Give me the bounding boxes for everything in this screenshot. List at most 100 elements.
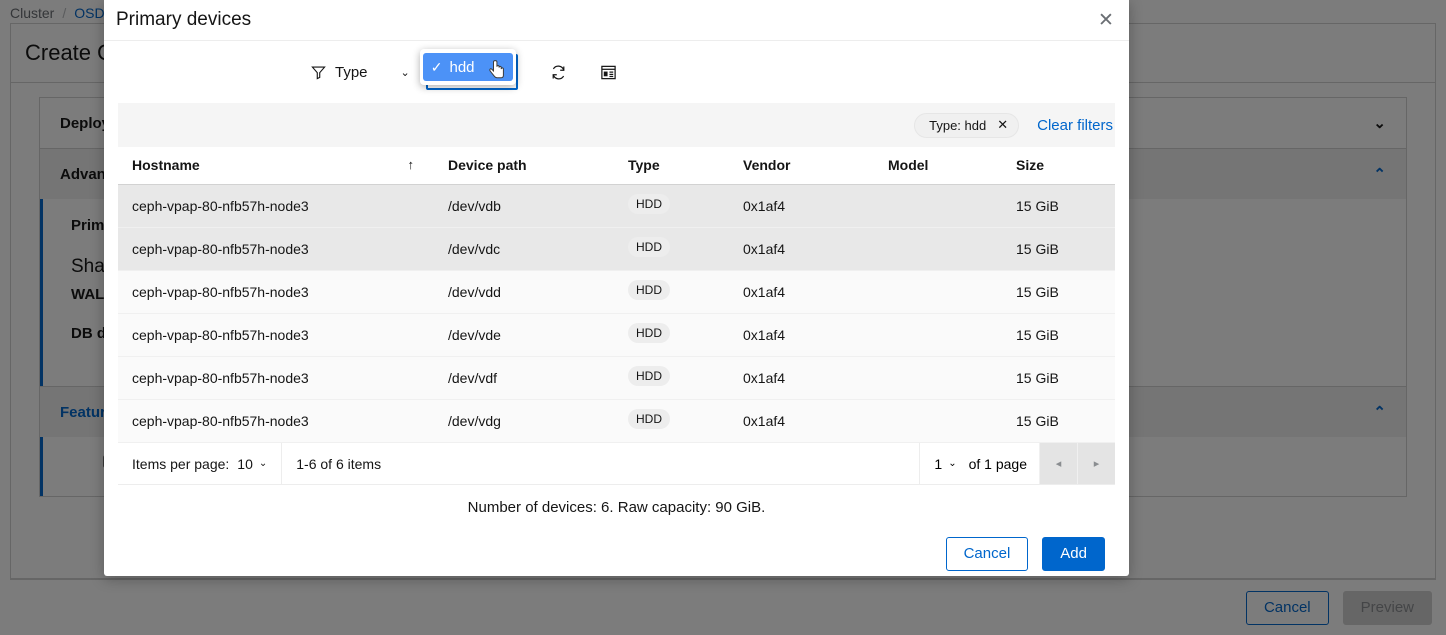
cell-device-path: /dev/vdf: [448, 356, 628, 400]
check-icon: ✓: [430, 58, 443, 75]
pagination: Items per page: 10 ⌄ 1-6 of 6 items 1 ⌄ …: [118, 443, 1115, 485]
cell-type: HDD: [628, 227, 743, 271]
table-row[interactable]: ceph-vpap-80-nfb57h-node3 /dev/vdg HDD 0…: [118, 399, 1115, 443]
cell-device-path: /dev/vdd: [448, 270, 628, 314]
cell-hostname: ceph-vpap-80-nfb57h-node3: [118, 227, 448, 271]
modal-header: Primary devices ✕: [104, 0, 1129, 41]
page-number-select[interactable]: 1 ⌄: [934, 456, 956, 472]
chevron-down-icon: ⌄: [948, 458, 957, 469]
cell-type: HDD: [628, 313, 743, 357]
table-row[interactable]: ceph-vpap-80-nfb57h-node3 /dev/vdd HDD 0…: [118, 270, 1115, 314]
chevron-down-icon: ⌄: [400, 66, 410, 79]
close-icon[interactable]: ✕: [1089, 4, 1123, 38]
page-nav-buttons: ◂ ▸: [1039, 443, 1115, 484]
cell-hostname: ceph-vpap-80-nfb57h-node3: [118, 313, 448, 357]
chevron-down-icon: ⌄: [258, 458, 268, 469]
column-header-device-path[interactable]: Device path: [448, 147, 628, 185]
column-header-size[interactable]: Size: [1016, 147, 1115, 185]
cell-device-path: /dev/vde: [448, 313, 628, 357]
table-toolbar: Type ⌄ ✓ hdd: [104, 41, 1129, 103]
table-row[interactable]: ceph-vpap-80-nfb57h-node3 /dev/vdf HDD 0…: [118, 356, 1115, 400]
cell-vendor: 0x1af4: [743, 356, 888, 400]
cell-model: [888, 184, 1016, 228]
table-columns-icon[interactable]: [592, 55, 626, 89]
page-selector-group: 1 ⌄ of 1 page ◂ ▸: [919, 443, 1115, 484]
cell-type: HDD: [628, 184, 743, 228]
modal-title: Primary devices: [116, 9, 252, 30]
cell-type: HDD: [628, 399, 743, 443]
add-button[interactable]: Add: [1042, 537, 1105, 571]
items-per-page-value: 10: [237, 455, 253, 472]
column-header-model[interactable]: Model: [888, 147, 1016, 185]
cell-size: 15 GiB: [1016, 227, 1115, 271]
sort-ascending-icon: ↑: [407, 157, 415, 172]
cell-hostname: ceph-vpap-80-nfb57h-node3: [118, 270, 448, 314]
total-pages-label: of 1 page: [968, 455, 1027, 472]
cell-size: 15 GiB: [1016, 399, 1115, 443]
filter-type-label: Type: [335, 63, 368, 81]
filter-chip-type: Type: hdd ✕: [914, 112, 1020, 138]
cell-vendor: 0x1af4: [743, 270, 888, 314]
cell-device-path: /dev/vdg: [448, 399, 628, 443]
cell-model: [888, 270, 1016, 314]
previous-page-button[interactable]: ◂: [1039, 443, 1077, 484]
cell-model: [888, 313, 1016, 357]
cancel-button[interactable]: Cancel: [945, 537, 1029, 571]
items-per-page-label: Items per page:: [132, 455, 230, 472]
cell-hostname: ceph-vpap-80-nfb57h-node3: [118, 184, 448, 228]
cell-size: 15 GiB: [1016, 313, 1115, 357]
cell-vendor: 0x1af4: [743, 227, 888, 271]
remove-filter-icon[interactable]: ✕: [997, 117, 1008, 133]
cell-model: [888, 356, 1016, 400]
cell-size: 15 GiB: [1016, 270, 1115, 314]
type-select-menu: ✓ hdd: [419, 49, 516, 85]
clear-filters-button[interactable]: Clear filters: [1037, 117, 1113, 134]
devices-summary: Number of devices: 6. Raw capacity: 90 G…: [467, 499, 766, 516]
column-header-vendor[interactable]: Vendor: [743, 147, 888, 185]
column-label-hostname: Hostname: [132, 157, 200, 173]
cell-vendor: 0x1af4: [743, 184, 888, 228]
type-option-hdd[interactable]: ✓ hdd: [422, 53, 513, 81]
devices-table: Hostname ↑ Device path Type Vendor Model…: [118, 147, 1115, 443]
refresh-icon[interactable]: [542, 55, 576, 89]
active-filters-bar: Type: hdd ✕ Clear filters: [118, 103, 1115, 147]
cell-model: [888, 227, 1016, 271]
funnel-icon: [311, 65, 326, 80]
modal-body: Type ⌄ ✓ hdd Type: hdd ✕ Clear filters H…: [104, 41, 1129, 516]
type-option-label: hdd: [449, 58, 475, 76]
cell-type: HDD: [628, 356, 743, 400]
devices-table-body: ceph-vpap-80-nfb57h-node3 /dev/vdb HDD 0…: [118, 184, 1115, 443]
next-page-button[interactable]: ▸: [1077, 443, 1115, 484]
type-select-wrap: ✓ hdd: [419, 49, 518, 90]
items-range-label: 1-6 of 6 items: [296, 455, 382, 472]
filter-type-dropdown[interactable]: Type ⌄: [307, 55, 418, 89]
type-badge: HDD: [628, 194, 670, 214]
cell-device-path: /dev/vdc: [448, 227, 628, 271]
column-header-type[interactable]: Type: [628, 147, 743, 185]
pointer-cursor-icon: [489, 60, 507, 80]
items-per-page-select[interactable]: 10 ⌄: [237, 456, 267, 472]
cell-size: 15 GiB: [1016, 356, 1115, 400]
type-badge: HDD: [628, 237, 670, 257]
table-header-row: Hostname ↑ Device path Type Vendor Model…: [118, 147, 1115, 185]
type-badge: HDD: [628, 323, 670, 343]
table-row[interactable]: ceph-vpap-80-nfb57h-node3 /dev/vdb HDD 0…: [118, 184, 1115, 228]
cell-hostname: ceph-vpap-80-nfb57h-node3: [118, 356, 448, 400]
cell-vendor: 0x1af4: [743, 399, 888, 443]
column-header-hostname[interactable]: Hostname ↑: [118, 147, 448, 185]
page-number-value: 1: [934, 455, 943, 472]
filter-chip-label: Type: hdd: [929, 117, 987, 133]
items-per-page-group: Items per page: 10 ⌄: [118, 443, 283, 484]
cell-vendor: 0x1af4: [743, 313, 888, 357]
table-row[interactable]: ceph-vpap-80-nfb57h-node3 /dev/vdc HDD 0…: [118, 227, 1115, 271]
primary-devices-modal: Primary devices ✕ Type ⌄ ✓ hdd Type: hdd…: [104, 0, 1129, 576]
cell-device-path: /dev/vdb: [448, 184, 628, 228]
type-badge: HDD: [628, 366, 670, 386]
table-row[interactable]: ceph-vpap-80-nfb57h-node3 /dev/vde HDD 0…: [118, 313, 1115, 357]
cell-model: [888, 399, 1016, 443]
filter-group: Type ⌄ ✓ hdd: [307, 49, 518, 90]
type-badge: HDD: [628, 409, 670, 429]
type-badge: HDD: [628, 280, 670, 300]
cell-size: 15 GiB: [1016, 184, 1115, 228]
cell-type: HDD: [628, 270, 743, 314]
